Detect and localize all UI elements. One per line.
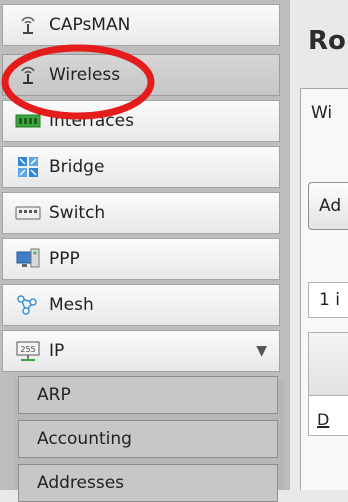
sidebar-item-ppp[interactable]: PPP	[2, 238, 280, 280]
sidebar-item-label: Mesh	[49, 295, 94, 315]
row-flag: D	[317, 410, 330, 429]
sidebar-item-label: IP	[49, 341, 65, 361]
submenu-item-addresses[interactable]: Addresses	[18, 464, 278, 502]
tab-label: Wi	[311, 102, 333, 123]
sidebar: CAPsMAN Wireless Interfaces Bridge Switc…	[0, 0, 290, 502]
main-panel: Ro Wi Ad 1 i D	[290, 0, 348, 490]
sidebar-item-capsman[interactable]: CAPsMAN	[2, 4, 280, 46]
sidebar-item-wireless[interactable]: Wireless	[2, 54, 280, 96]
switch-icon	[13, 201, 43, 225]
antenna-icon	[13, 13, 43, 37]
ppp-icon	[13, 247, 43, 271]
tab-wireless[interactable]: Wi	[300, 88, 348, 136]
mesh-icon	[13, 293, 43, 317]
submenu-item-label: Accounting	[37, 429, 132, 449]
sidebar-item-label: Wireless	[49, 65, 121, 85]
sidebar-item-interfaces[interactable]: Interfaces	[2, 100, 280, 142]
submenu-item-arp[interactable]: ARP	[18, 376, 278, 414]
svg-text:255: 255	[20, 345, 35, 354]
chevron-down-icon[interactable]: ▼	[256, 343, 267, 359]
sidebar-item-label: PPP	[49, 249, 80, 269]
submenu-item-label: Addresses	[37, 473, 125, 493]
table-header	[308, 332, 348, 396]
add-button-label: Ad	[319, 196, 342, 216]
antenna-icon	[13, 63, 43, 87]
ip-icon: 255	[13, 339, 43, 363]
table-row[interactable]: D	[308, 396, 348, 436]
submenu-item-label: ARP	[37, 385, 71, 405]
sidebar-item-label: Interfaces	[49, 111, 134, 131]
sidebar-item-label: Bridge	[49, 157, 105, 177]
sidebar-item-mesh[interactable]: Mesh	[2, 284, 280, 326]
interfaces-icon	[13, 109, 43, 133]
items-count: 1 i	[308, 282, 348, 318]
bridge-icon	[13, 155, 43, 179]
sidebar-item-label: CAPsMAN	[49, 15, 131, 35]
add-button[interactable]: Ad	[308, 182, 348, 230]
sidebar-item-label: Switch	[49, 203, 106, 223]
sidebar-item-ip[interactable]: 255 IP ▼	[2, 330, 280, 372]
sidebar-item-switch[interactable]: Switch	[2, 192, 280, 234]
page-title: Ro	[308, 26, 346, 56]
submenu-item-accounting[interactable]: Accounting	[18, 420, 278, 458]
sidebar-item-bridge[interactable]: Bridge	[2, 146, 280, 188]
